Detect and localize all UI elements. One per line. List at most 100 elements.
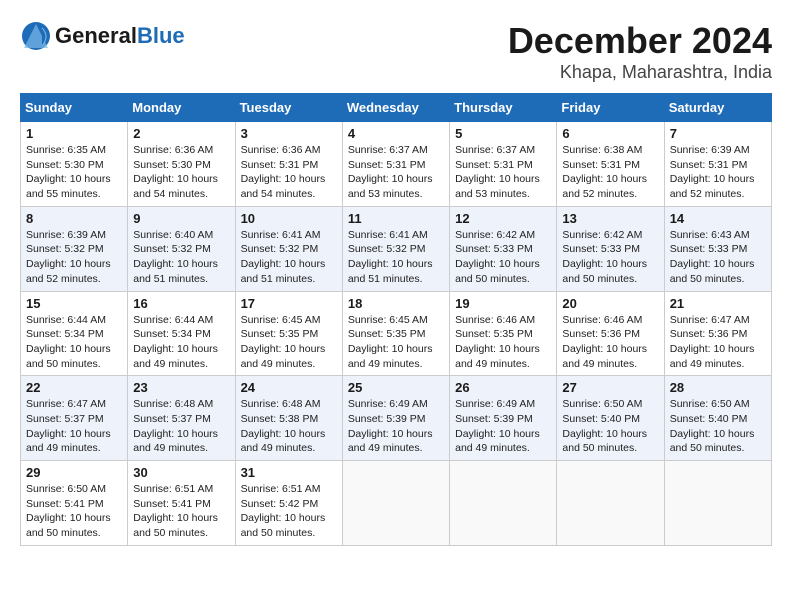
day-info: Sunrise: 6:48 AM Sunset: 5:38 PM Dayligh…: [241, 397, 337, 456]
day-info: Sunrise: 6:36 AM Sunset: 5:31 PM Dayligh…: [241, 143, 337, 202]
calendar-day-cell: 3 Sunrise: 6:36 AM Sunset: 5:31 PM Dayli…: [235, 122, 342, 207]
calendar-day-cell: 12 Sunrise: 6:42 AM Sunset: 5:33 PM Dayl…: [450, 206, 557, 291]
day-info: Sunrise: 6:44 AM Sunset: 5:34 PM Dayligh…: [133, 313, 229, 372]
day-info: Sunrise: 6:39 AM Sunset: 5:31 PM Dayligh…: [670, 143, 766, 202]
day-info: Sunrise: 6:47 AM Sunset: 5:36 PM Dayligh…: [670, 313, 766, 372]
day-number: 20: [562, 296, 658, 311]
calendar-day-cell: 25 Sunrise: 6:49 AM Sunset: 5:39 PM Dayl…: [342, 376, 449, 461]
logo-general-text: General: [55, 23, 137, 48]
calendar-day-cell: 10 Sunrise: 6:41 AM Sunset: 5:32 PM Dayl…: [235, 206, 342, 291]
day-info: Sunrise: 6:37 AM Sunset: 5:31 PM Dayligh…: [455, 143, 551, 202]
calendar-week-row: 29 Sunrise: 6:50 AM Sunset: 5:41 PM Dayl…: [21, 461, 772, 546]
day-number: 7: [670, 126, 766, 141]
day-info: Sunrise: 6:50 AM Sunset: 5:40 PM Dayligh…: [562, 397, 658, 456]
calendar-empty-cell: [450, 461, 557, 546]
day-number: 31: [241, 465, 337, 480]
day-info: Sunrise: 6:45 AM Sunset: 5:35 PM Dayligh…: [348, 313, 444, 372]
calendar-day-cell: 1 Sunrise: 6:35 AM Sunset: 5:30 PM Dayli…: [21, 122, 128, 207]
day-info: Sunrise: 6:47 AM Sunset: 5:37 PM Dayligh…: [26, 397, 122, 456]
day-info: Sunrise: 6:50 AM Sunset: 5:41 PM Dayligh…: [26, 482, 122, 541]
calendar-day-cell: 20 Sunrise: 6:46 AM Sunset: 5:36 PM Dayl…: [557, 291, 664, 376]
day-number: 9: [133, 211, 229, 226]
col-thursday: Thursday: [450, 94, 557, 122]
logo-icon: [20, 20, 52, 52]
day-info: Sunrise: 6:38 AM Sunset: 5:31 PM Dayligh…: [562, 143, 658, 202]
calendar-day-cell: 4 Sunrise: 6:37 AM Sunset: 5:31 PM Dayli…: [342, 122, 449, 207]
calendar-day-cell: 18 Sunrise: 6:45 AM Sunset: 5:35 PM Dayl…: [342, 291, 449, 376]
day-info: Sunrise: 6:42 AM Sunset: 5:33 PM Dayligh…: [562, 228, 658, 287]
day-number: 27: [562, 380, 658, 395]
calendar-day-cell: 17 Sunrise: 6:45 AM Sunset: 5:35 PM Dayl…: [235, 291, 342, 376]
day-number: 24: [241, 380, 337, 395]
day-info: Sunrise: 6:43 AM Sunset: 5:33 PM Dayligh…: [670, 228, 766, 287]
day-number: 30: [133, 465, 229, 480]
day-info: Sunrise: 6:41 AM Sunset: 5:32 PM Dayligh…: [241, 228, 337, 287]
day-number: 14: [670, 211, 766, 226]
day-info: Sunrise: 6:41 AM Sunset: 5:32 PM Dayligh…: [348, 228, 444, 287]
calendar-day-cell: 22 Sunrise: 6:47 AM Sunset: 5:37 PM Dayl…: [21, 376, 128, 461]
calendar-day-cell: 15 Sunrise: 6:44 AM Sunset: 5:34 PM Dayl…: [21, 291, 128, 376]
calendar-week-row: 1 Sunrise: 6:35 AM Sunset: 5:30 PM Dayli…: [21, 122, 772, 207]
day-info: Sunrise: 6:39 AM Sunset: 5:32 PM Dayligh…: [26, 228, 122, 287]
day-number: 22: [26, 380, 122, 395]
calendar-day-cell: 9 Sunrise: 6:40 AM Sunset: 5:32 PM Dayli…: [128, 206, 235, 291]
day-number: 12: [455, 211, 551, 226]
day-info: Sunrise: 6:49 AM Sunset: 5:39 PM Dayligh…: [455, 397, 551, 456]
day-number: 6: [562, 126, 658, 141]
day-info: Sunrise: 6:49 AM Sunset: 5:39 PM Dayligh…: [348, 397, 444, 456]
day-info: Sunrise: 6:36 AM Sunset: 5:30 PM Dayligh…: [133, 143, 229, 202]
day-number: 21: [670, 296, 766, 311]
day-number: 28: [670, 380, 766, 395]
day-info: Sunrise: 6:51 AM Sunset: 5:41 PM Dayligh…: [133, 482, 229, 541]
calendar-empty-cell: [342, 461, 449, 546]
day-info: Sunrise: 6:46 AM Sunset: 5:36 PM Dayligh…: [562, 313, 658, 372]
day-number: 3: [241, 126, 337, 141]
calendar-day-cell: 31 Sunrise: 6:51 AM Sunset: 5:42 PM Dayl…: [235, 461, 342, 546]
day-number: 17: [241, 296, 337, 311]
calendar-day-cell: 14 Sunrise: 6:43 AM Sunset: 5:33 PM Dayl…: [664, 206, 771, 291]
day-info: Sunrise: 6:45 AM Sunset: 5:35 PM Dayligh…: [241, 313, 337, 372]
day-number: 10: [241, 211, 337, 226]
day-number: 19: [455, 296, 551, 311]
page-header: GeneralBlue December 2024 Khapa, Maharas…: [20, 20, 772, 83]
calendar-day-cell: 8 Sunrise: 6:39 AM Sunset: 5:32 PM Dayli…: [21, 206, 128, 291]
day-number: 16: [133, 296, 229, 311]
day-number: 8: [26, 211, 122, 226]
day-number: 25: [348, 380, 444, 395]
calendar-day-cell: 13 Sunrise: 6:42 AM Sunset: 5:33 PM Dayl…: [557, 206, 664, 291]
calendar-day-cell: 2 Sunrise: 6:36 AM Sunset: 5:30 PM Dayli…: [128, 122, 235, 207]
col-sunday: Sunday: [21, 94, 128, 122]
calendar-day-cell: 30 Sunrise: 6:51 AM Sunset: 5:41 PM Dayl…: [128, 461, 235, 546]
calendar-week-row: 8 Sunrise: 6:39 AM Sunset: 5:32 PM Dayli…: [21, 206, 772, 291]
calendar-empty-cell: [664, 461, 771, 546]
calendar-day-cell: 21 Sunrise: 6:47 AM Sunset: 5:36 PM Dayl…: [664, 291, 771, 376]
day-number: 13: [562, 211, 658, 226]
calendar-day-cell: 26 Sunrise: 6:49 AM Sunset: 5:39 PM Dayl…: [450, 376, 557, 461]
col-wednesday: Wednesday: [342, 94, 449, 122]
day-number: 11: [348, 211, 444, 226]
day-number: 1: [26, 126, 122, 141]
calendar-day-cell: 24 Sunrise: 6:48 AM Sunset: 5:38 PM Dayl…: [235, 376, 342, 461]
col-monday: Monday: [128, 94, 235, 122]
calendar-day-cell: 16 Sunrise: 6:44 AM Sunset: 5:34 PM Dayl…: [128, 291, 235, 376]
day-number: 23: [133, 380, 229, 395]
col-saturday: Saturday: [664, 94, 771, 122]
day-info: Sunrise: 6:42 AM Sunset: 5:33 PM Dayligh…: [455, 228, 551, 287]
calendar-day-cell: 7 Sunrise: 6:39 AM Sunset: 5:31 PM Dayli…: [664, 122, 771, 207]
calendar-day-cell: 23 Sunrise: 6:48 AM Sunset: 5:37 PM Dayl…: [128, 376, 235, 461]
location-title: Khapa, Maharashtra, India: [508, 62, 772, 83]
day-number: 29: [26, 465, 122, 480]
day-info: Sunrise: 6:50 AM Sunset: 5:40 PM Dayligh…: [670, 397, 766, 456]
calendar-day-cell: 11 Sunrise: 6:41 AM Sunset: 5:32 PM Dayl…: [342, 206, 449, 291]
day-info: Sunrise: 6:35 AM Sunset: 5:30 PM Dayligh…: [26, 143, 122, 202]
day-number: 4: [348, 126, 444, 141]
logo-blue-text: Blue: [137, 23, 185, 48]
day-number: 15: [26, 296, 122, 311]
col-friday: Friday: [557, 94, 664, 122]
col-tuesday: Tuesday: [235, 94, 342, 122]
month-title: December 2024: [508, 20, 772, 62]
day-number: 26: [455, 380, 551, 395]
day-info: Sunrise: 6:48 AM Sunset: 5:37 PM Dayligh…: [133, 397, 229, 456]
day-info: Sunrise: 6:51 AM Sunset: 5:42 PM Dayligh…: [241, 482, 337, 541]
calendar-day-cell: 29 Sunrise: 6:50 AM Sunset: 5:41 PM Dayl…: [21, 461, 128, 546]
